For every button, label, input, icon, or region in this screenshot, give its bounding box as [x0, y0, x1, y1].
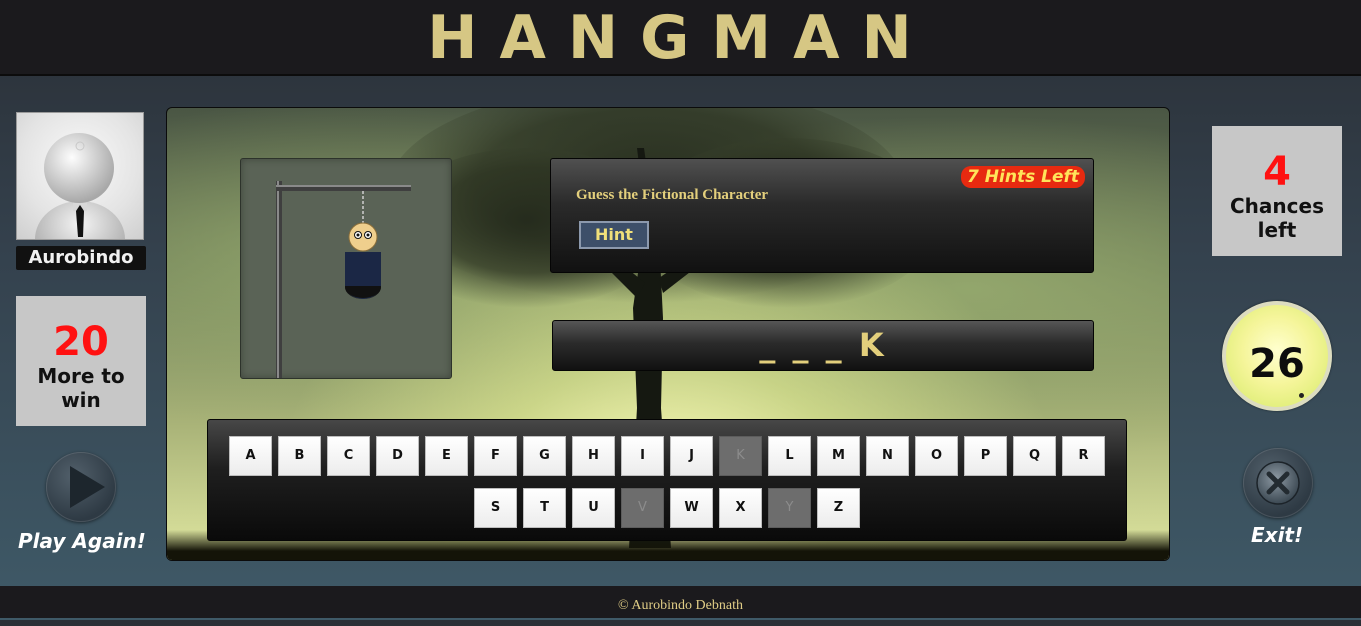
key-u[interactable]: U — [572, 488, 615, 528]
key-g[interactable]: G — [523, 436, 566, 476]
key-t[interactable]: T — [523, 488, 566, 528]
key-r[interactable]: R — [1062, 436, 1105, 476]
key-e[interactable]: E — [425, 436, 468, 476]
question-panel: 7 Hints Left Guess the Fictional Charact… — [550, 158, 1094, 273]
exit-label[interactable]: Exit! — [1251, 523, 1303, 547]
word-display: _ _ _ K — [759, 326, 887, 364]
avatar-figure-icon — [35, 133, 125, 239]
play-icon — [70, 466, 105, 508]
key-d[interactable]: D — [376, 436, 419, 476]
key-v: V — [621, 488, 664, 528]
timer-dot — [1299, 393, 1304, 398]
game-stage: 7 Hints Left Guess the Fictional Charact… — [166, 107, 1170, 561]
key-f[interactable]: F — [474, 436, 517, 476]
play-again-button[interactable] — [46, 452, 116, 522]
key-x[interactable]: X — [719, 488, 762, 528]
hangman-figure-icon — [276, 181, 411, 378]
copyright-text: © Aurobindo Debnath — [618, 598, 743, 613]
key-p[interactable]: P — [964, 436, 1007, 476]
key-w[interactable]: W — [670, 488, 713, 528]
timer-value: 26 — [1249, 341, 1305, 387]
exit-button[interactable] — [1243, 448, 1313, 518]
countdown-timer: 26 — [1222, 301, 1332, 411]
key-i[interactable]: I — [621, 436, 664, 476]
close-icon — [1256, 461, 1300, 505]
play-again-label[interactable]: Play Again! — [18, 529, 146, 553]
footer-bar: © Aurobindo Debnath — [0, 586, 1361, 618]
key-h[interactable]: H — [572, 436, 615, 476]
key-o[interactable]: O — [915, 436, 958, 476]
letter-keyboard: ABCDEFGHIJKLMNOPQR STUVWXYZ — [207, 419, 1127, 541]
key-n[interactable]: N — [866, 436, 909, 476]
key-l[interactable]: L — [768, 436, 811, 476]
question-category: Guess the Fictional Character — [576, 187, 769, 203]
key-q[interactable]: Q — [1013, 436, 1056, 476]
player-avatar — [16, 112, 144, 240]
more-to-win-label: More to win — [37, 364, 125, 412]
chances-left-count: 4 — [1263, 149, 1291, 195]
key-c[interactable]: C — [327, 436, 370, 476]
key-s[interactable]: S — [474, 488, 517, 528]
key-z[interactable]: Z — [817, 488, 860, 528]
key-b[interactable]: B — [278, 436, 321, 476]
chances-left-box: 4 Chances left — [1212, 126, 1342, 256]
hints-left-badge: 7 Hints Left — [961, 166, 1085, 188]
hint-button[interactable]: Hint — [579, 221, 649, 249]
more-to-win-box: 20 More to win — [16, 296, 146, 426]
gallows-panel — [240, 158, 452, 379]
key-m[interactable]: M — [817, 436, 860, 476]
key-a[interactable]: A — [229, 436, 272, 476]
word-display-panel: _ _ _ K — [552, 320, 1094, 371]
header-bar: HANGMAN — [0, 0, 1361, 76]
key-y: Y — [768, 488, 811, 528]
chances-left-label: Chances left — [1230, 194, 1324, 242]
player-name: Aurobindo — [16, 246, 146, 270]
app-title: HANGMAN — [427, 3, 934, 73]
key-j[interactable]: J — [670, 436, 713, 476]
key-k: K — [719, 436, 762, 476]
more-to-win-count: 20 — [53, 319, 109, 365]
